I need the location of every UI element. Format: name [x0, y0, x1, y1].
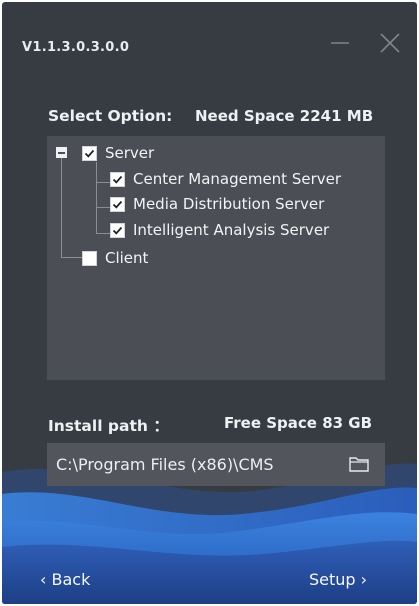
installer-window: V1.1.3.0.3.0.0 Select Option: Need Space… [2, 2, 417, 604]
minimize-icon [331, 42, 349, 44]
free-space-text: Free Space 83 GB [224, 414, 373, 432]
version-label: V1.1.3.0.3.0.0 [22, 40, 130, 55]
tree-guide-line [96, 207, 110, 208]
back-button[interactable]: ‹ Back [40, 570, 90, 589]
install-path-field[interactable]: C:\Program Files (x86)\CMS [47, 443, 385, 486]
tree-item-client[interactable]: Client [82, 246, 148, 270]
tree-item-media-distribution-server[interactable]: Media Distribution Server [110, 192, 324, 216]
tree-item-label: Media Distribution Server [133, 195, 325, 213]
checkbox-icon[interactable] [82, 250, 97, 266]
tree-guide-line [96, 182, 110, 183]
tree-item-label: Center Management Server [133, 170, 342, 188]
need-space-text: Need Space 2241 MB [195, 107, 374, 125]
folder-icon [349, 457, 369, 472]
tree-guide-line [61, 257, 83, 258]
install-path-label: Install path ： [48, 417, 169, 435]
tree-guide-line [96, 233, 110, 234]
checkbox-icon[interactable] [110, 196, 125, 212]
tree-item-label: Intelligent Analysis Server [133, 221, 330, 239]
tree-guide-line [96, 162, 97, 234]
tree-item-server[interactable]: Server [82, 141, 154, 165]
tree-item-label: Client [105, 249, 149, 267]
minimize-button[interactable] [325, 28, 355, 58]
checkbox-icon[interactable] [82, 145, 97, 161]
tree-item-intelligent-analysis-server[interactable]: Intelligent Analysis Server [110, 218, 329, 242]
close-icon [380, 33, 400, 53]
setup-button[interactable]: Setup › [309, 570, 367, 589]
checkbox-icon[interactable] [110, 222, 125, 238]
install-path-value[interactable]: C:\Program Files (x86)\CMS [56, 455, 274, 474]
tree-item-center-management-server[interactable]: Center Management Server [110, 167, 341, 191]
browse-folder-button[interactable] [348, 454, 370, 474]
component-tree: Server Center Management Server Media Di… [47, 136, 385, 380]
title-bar: V1.1.3.0.3.0.0 [2, 2, 417, 92]
checkbox-icon[interactable] [110, 171, 125, 187]
close-button[interactable] [375, 28, 405, 58]
collapse-icon[interactable] [56, 147, 67, 158]
tree-guide-line [61, 158, 62, 258]
tree-item-label: Server [105, 144, 155, 162]
select-option-label: Select Option: [48, 107, 173, 125]
